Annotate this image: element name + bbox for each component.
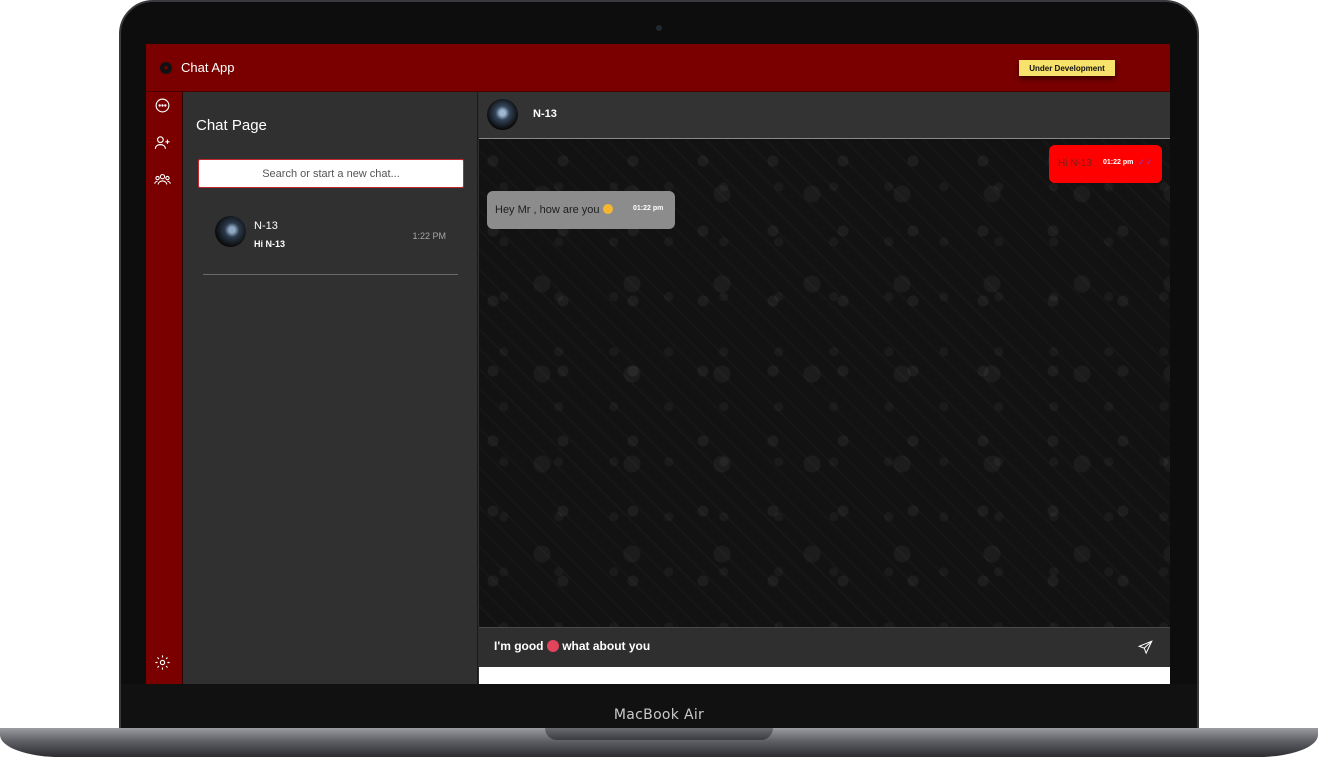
contact-name: N-13 <box>533 108 557 120</box>
conversation-last-message: Hi N-13 <box>254 239 286 249</box>
composer-text: I'm good <box>494 639 544 653</box>
conversation-name: N-13 <box>254 220 278 232</box>
contact-avatar[interactable] <box>487 99 518 130</box>
message-composer[interactable]: I'm good what about you <box>479 627 1170 667</box>
chat-panel: N-13 Hi N-13 01:22 pm ✓✓ Hey Mr , how ar… <box>479 92 1170 684</box>
message-input[interactable]: I'm good what about you <box>494 639 1094 657</box>
avatar <box>215 216 246 247</box>
star-struck-face-icon <box>546 640 559 652</box>
sidebar-rail <box>146 92 183 684</box>
message-time: 01:22 pm <box>633 205 664 212</box>
app-logo-icon: ● <box>160 61 172 74</box>
laptop-notch <box>545 728 773 740</box>
settings-gear-icon[interactable] <box>154 654 171 671</box>
message-text: Hi N-13 <box>1058 158 1092 169</box>
app-title: Chat App <box>181 60 235 75</box>
message-area[interactable]: Hi N-13 01:22 pm ✓✓ Hey Mr , how are you… <box>479 140 1170 627</box>
chat-header: N-13 <box>479 92 1170 139</box>
divider <box>203 274 458 275</box>
read-check-icon: ✓✓ <box>1137 157 1153 167</box>
incoming-message: Hey Mr , how are you 01:22 pm <box>487 191 675 229</box>
message-text: Hey Mr , how are you <box>495 204 600 216</box>
composer-text-tail: what about you <box>562 639 651 653</box>
conversation-time: 1:22 PM <box>412 231 446 241</box>
app-screen: ● Chat App Under Development Chat Page N… <box>146 44 1170 684</box>
device-label: MacBook Air <box>613 707 705 723</box>
send-icon[interactable] <box>1138 640 1153 655</box>
message-text-wrap: Hey Mr , how are you <box>495 204 613 216</box>
camera-icon <box>656 25 662 31</box>
conversation-item[interactable]: N-13 Hi N-13 1:22 PM <box>203 210 458 260</box>
page-title: Chat Page <box>196 117 267 134</box>
chat-list-panel: Chat Page N-13 Hi N-13 1:22 PM <box>183 92 478 684</box>
chat-bubble-icon[interactable] <box>154 97 171 114</box>
message-time: 01:22 pm <box>1103 159 1134 166</box>
group-icon[interactable] <box>154 171 171 188</box>
search-input[interactable] <box>198 159 464 188</box>
app-topbar: ● Chat App Under Development <box>146 44 1170 92</box>
add-user-icon[interactable] <box>154 134 171 151</box>
grinning-face-icon <box>602 204 613 214</box>
composer-footer <box>479 667 1170 684</box>
outgoing-message: Hi N-13 01:22 pm ✓✓ <box>1049 145 1162 183</box>
status-badge: Under Development <box>1019 60 1115 76</box>
